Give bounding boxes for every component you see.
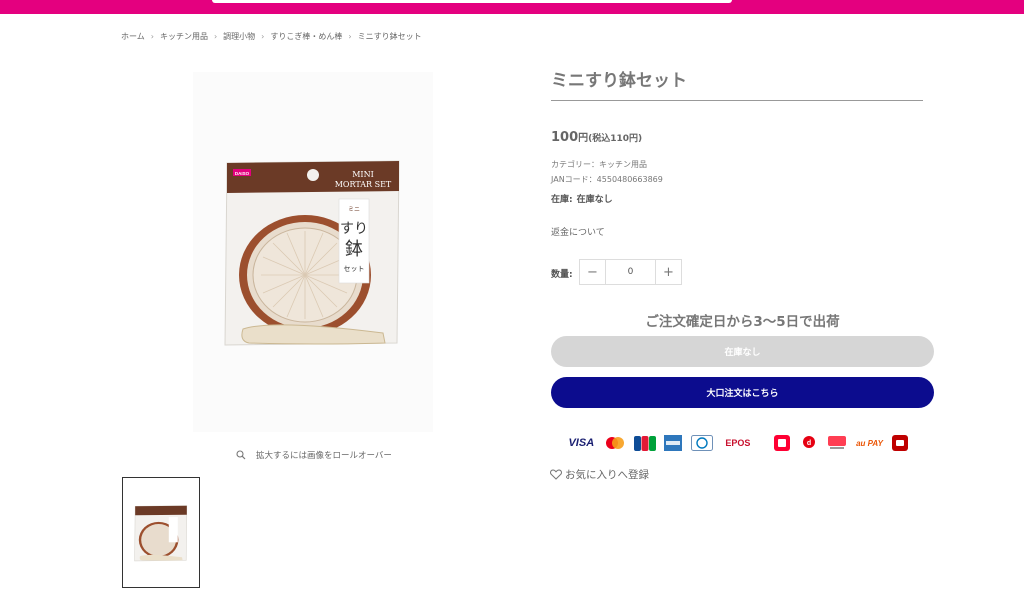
- mastercard-icon: [604, 435, 626, 451]
- jcb-icon: [633, 435, 656, 451]
- product-thumbnail[interactable]: [122, 477, 200, 588]
- svg-text:セット: セット: [344, 265, 365, 273]
- product-jan-code: JANコード：4550480663869: [551, 175, 663, 184]
- breadcrumb-current: ミニすり鉢セット: [357, 32, 422, 41]
- quantity-stepper: − 0 +: [579, 259, 682, 285]
- magnifier-icon: [236, 450, 246, 460]
- add-to-favorites[interactable]: お気に入りへ登録: [550, 467, 649, 482]
- breadcrumb-cooking-tools[interactable]: 調理小物: [223, 31, 255, 42]
- breadcrumb-separator: ›: [348, 32, 352, 41]
- epos-icon: EPOS: [725, 438, 751, 448]
- zoom-hint-text: 拡大するには画像をロールオーバー: [256, 451, 392, 461]
- shipping-estimate: ご注文確定日から3〜5日で出荷: [645, 314, 840, 330]
- stock-status: 在庫: 在庫なし: [551, 192, 613, 205]
- zoom-hint: 拡大するには画像をロールオーバー: [236, 449, 392, 461]
- heart-icon: [550, 469, 562, 480]
- price-currency: 円: [578, 133, 589, 144]
- product-main-image[interactable]: DAISO MINI MORTAR SET ミニ すり 鉢 セット: [193, 72, 433, 432]
- search-bar-edge[interactable]: [212, 0, 732, 3]
- product-price: 100円(税込110円): [551, 126, 642, 145]
- sold-out-button[interactable]: 在庫なし: [551, 336, 934, 367]
- merpay-icon: [826, 435, 847, 451]
- top-header-bar: [0, 0, 1024, 14]
- visa-icon: VISA: [568, 437, 595, 449]
- quantity-decrease-button[interactable]: −: [580, 260, 606, 284]
- breadcrumb-pestle[interactable]: すりこぎ棒・めん棒: [270, 31, 342, 42]
- au-pay-icon: au PAY: [856, 438, 883, 448]
- breadcrumb: ホーム › キッチン用品 › 調理小物 › すりこぎ棒・めん棒 › ミニすり鉢セ…: [121, 31, 422, 42]
- price-tax-included: (税込110円): [588, 134, 643, 144]
- svg-text:すり: すり: [340, 221, 368, 237]
- breadcrumb-kitchen[interactable]: キッチン用品: [160, 31, 208, 42]
- product-title: ミニすり鉢セット: [551, 71, 687, 91]
- stock-value: 在庫なし: [576, 195, 613, 205]
- svg-text:d: d: [807, 440, 811, 447]
- favorite-label: お気に入りへ登録: [565, 469, 649, 481]
- svg-text:DAISO: DAISO: [235, 171, 250, 176]
- svg-text:ミニ: ミニ: [348, 206, 360, 213]
- breadcrumb-separator: ›: [150, 32, 154, 41]
- refund-link[interactable]: 返金について: [551, 225, 605, 238]
- payment-methods: VISA EPOS d au PAY: [567, 432, 917, 454]
- paypay-icon: [772, 435, 791, 451]
- breadcrumb-home[interactable]: ホーム: [121, 31, 145, 42]
- svg-text:鉢: 鉢: [345, 239, 363, 260]
- thumbnail-package-illustration: [134, 504, 188, 561]
- svg-text:MORTAR SET: MORTAR SET: [335, 180, 392, 189]
- price-amount: 100: [551, 130, 579, 145]
- svg-text:MINI: MINI: [352, 170, 374, 179]
- quantity-label: 数量:: [551, 270, 573, 280]
- bulk-order-button[interactable]: 大口注文はこちら: [551, 377, 934, 408]
- d-barai-icon: d: [799, 435, 818, 451]
- diners-club-icon: [691, 435, 714, 451]
- quantity-input[interactable]: 0: [606, 260, 655, 284]
- breadcrumb-separator: ›: [213, 32, 218, 41]
- product-category: カテゴリー：キッチン用品: [551, 160, 647, 169]
- amex-icon: [664, 435, 683, 451]
- quantity-increase-button[interactable]: +: [655, 260, 681, 284]
- breadcrumb-separator: ›: [261, 32, 265, 41]
- product-package-illustration: DAISO MINI MORTAR SET ミニ すり 鉢 セット: [224, 160, 400, 346]
- stock-label: 在庫:: [551, 195, 573, 205]
- rakuten-pay-icon: [892, 435, 909, 451]
- title-divider: [551, 100, 923, 101]
